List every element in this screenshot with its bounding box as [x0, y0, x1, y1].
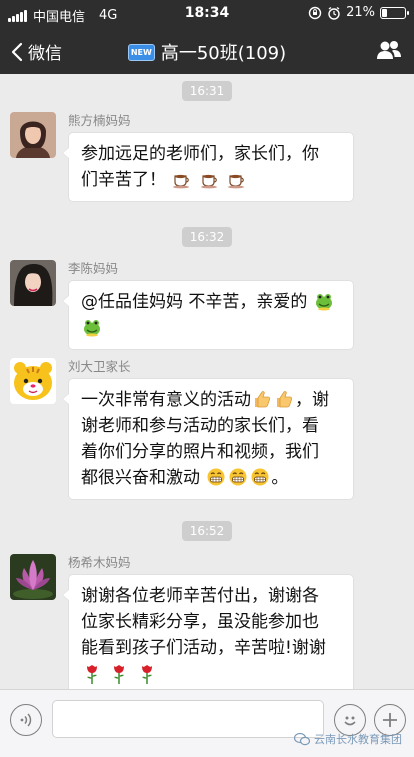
message-text-line: 一次非常有意义的活动 ，谢	[81, 387, 341, 413]
avatar-woman-image	[10, 112, 56, 158]
grin-icon	[251, 468, 269, 486]
frog-icon	[84, 320, 100, 337]
message-bubble[interactable]: 一次非常有意义的活动 ，谢 谢老师和参与活动的家长们，看 着你们分享的照片和视频，…	[62, 378, 354, 500]
message-text: 着你们分享的照片和视频，我们	[81, 442, 319, 462]
message-text: 谢老师和参与活动的家长们，看	[81, 416, 319, 436]
message-input[interactable]	[52, 700, 324, 738]
coffee-icon	[200, 174, 217, 189]
sender-name: 熊方楠妈妈	[68, 113, 131, 128]
message-text-line	[81, 661, 341, 689]
message-text-line: 们辛苦了！	[81, 167, 341, 193]
status-bar: 中国电信 4G 18:34 21%	[0, 0, 414, 28]
timestamp: 16:52	[0, 520, 414, 541]
wechat-logo-icon	[294, 732, 310, 746]
message-text-line	[81, 315, 341, 341]
message-item: 刘大卫家长 一次非常有意义的活动 ，谢 谢老师和参与活动的家长们，看 着你们分享的…	[10, 358, 404, 508]
message-item: 李陈妈妈 @任品佳妈妈 不辛苦，亲爱的	[10, 260, 404, 350]
message-bubble[interactable]: 谢谢各位老师辛苦付出，谢谢各 位家长精彩分享，虽没能参加也 能看到孩子们活动，辛…	[62, 574, 354, 689]
avatar[interactable]	[10, 112, 56, 158]
watermark-text: 云南长水教育集团	[314, 733, 402, 746]
timestamp-text: 16:31	[181, 81, 233, 101]
message-text-line: @任品佳妈妈 不辛苦，亲爱的	[81, 289, 341, 315]
rotation-lock-icon	[308, 6, 322, 19]
voice-button[interactable]	[10, 704, 42, 736]
thumbs-up-icon	[277, 391, 293, 408]
avatar[interactable]	[10, 358, 56, 404]
rose-icon	[87, 665, 97, 684]
message-text: 能看到孩子们活动，辛苦啦!谢谢	[81, 638, 326, 658]
voice-icon	[20, 713, 32, 727]
coffee-icon	[173, 174, 190, 189]
avatar[interactable]	[10, 260, 56, 306]
message-text: 。	[271, 468, 289, 488]
message-text-line: 都很兴奋和激动 。	[81, 465, 341, 491]
avatar-tiger-image	[10, 358, 56, 404]
thumbs-up-icon	[255, 391, 271, 408]
status-bar-right: 21%	[308, 5, 409, 20]
coffee-icon	[228, 174, 245, 189]
timestamp: 16:32	[0, 226, 414, 247]
message-text: 都很兴奋和激动	[81, 468, 200, 488]
rose-icon	[114, 665, 125, 684]
sender-name: 刘大卫家长	[68, 359, 131, 374]
battery-fill	[382, 8, 387, 17]
group-members-button[interactable]	[376, 38, 402, 66]
rose-icon	[141, 665, 152, 684]
sender-name: 李陈妈妈	[68, 261, 119, 276]
smiley-icon	[344, 716, 356, 726]
input-bar: 云南长水教育集团	[0, 689, 414, 757]
frog-icon	[315, 294, 332, 311]
message-text: 位家长精彩分享，虽没能参加也	[81, 612, 319, 632]
nav-bar: 微信 NEW 高一50班(109)	[0, 28, 414, 74]
avatar-lotus-image	[10, 554, 56, 600]
grin-icon	[229, 468, 247, 486]
message-item: 熊方楠妈妈 参加远足的老师们，家长们，你 们辛苦了！	[10, 112, 404, 202]
avatar[interactable]	[10, 554, 56, 600]
battery-icon	[380, 6, 409, 19]
message-bubble[interactable]: @任品佳妈妈 不辛苦，亲爱的	[62, 280, 354, 350]
timestamp-text: 16:32	[181, 227, 233, 247]
timestamp: 16:31	[0, 80, 414, 101]
message-text: @任品佳妈妈 不辛苦，亲爱的	[81, 292, 308, 312]
battery-percent: 21%	[346, 5, 375, 20]
message-item: 杨希木妈妈 谢谢各位老师辛苦付出，谢谢各 位家长精彩分享，虽没能参加也 能看到孩…	[10, 554, 404, 689]
message-bubble[interactable]: 参加远足的老师们，家长们，你 们辛苦了！	[62, 132, 354, 202]
group-name: 高一50班(109)	[160, 43, 287, 64]
message-text: 谢谢各位老师辛苦付出，谢谢各	[81, 586, 319, 606]
people-icon	[377, 41, 401, 59]
watermark: 云南长水教育集团	[294, 731, 402, 747]
message-text: 们辛苦了！	[81, 170, 166, 190]
plus-icon	[383, 713, 397, 727]
new-badge-icon: NEW	[127, 43, 155, 61]
message-text: ，谢	[295, 390, 329, 410]
timestamp-text: 16:52	[181, 521, 233, 541]
chat-area[interactable]: 16:31 熊方楠妈妈 参加远足的老师们，家长们，你 们辛苦了！ 16:32 李…	[0, 74, 414, 689]
sender-name: 杨希木妈妈	[68, 555, 131, 570]
avatar-woman-image	[10, 260, 56, 306]
message-text: 一次非常有意义的活动	[81, 390, 251, 410]
alarm-icon	[328, 6, 340, 20]
chat-title: NEW 高一50班(109)	[0, 39, 414, 65]
message-text: 参加远足的老师们，家长们，你	[81, 144, 319, 164]
grin-icon	[207, 468, 225, 486]
